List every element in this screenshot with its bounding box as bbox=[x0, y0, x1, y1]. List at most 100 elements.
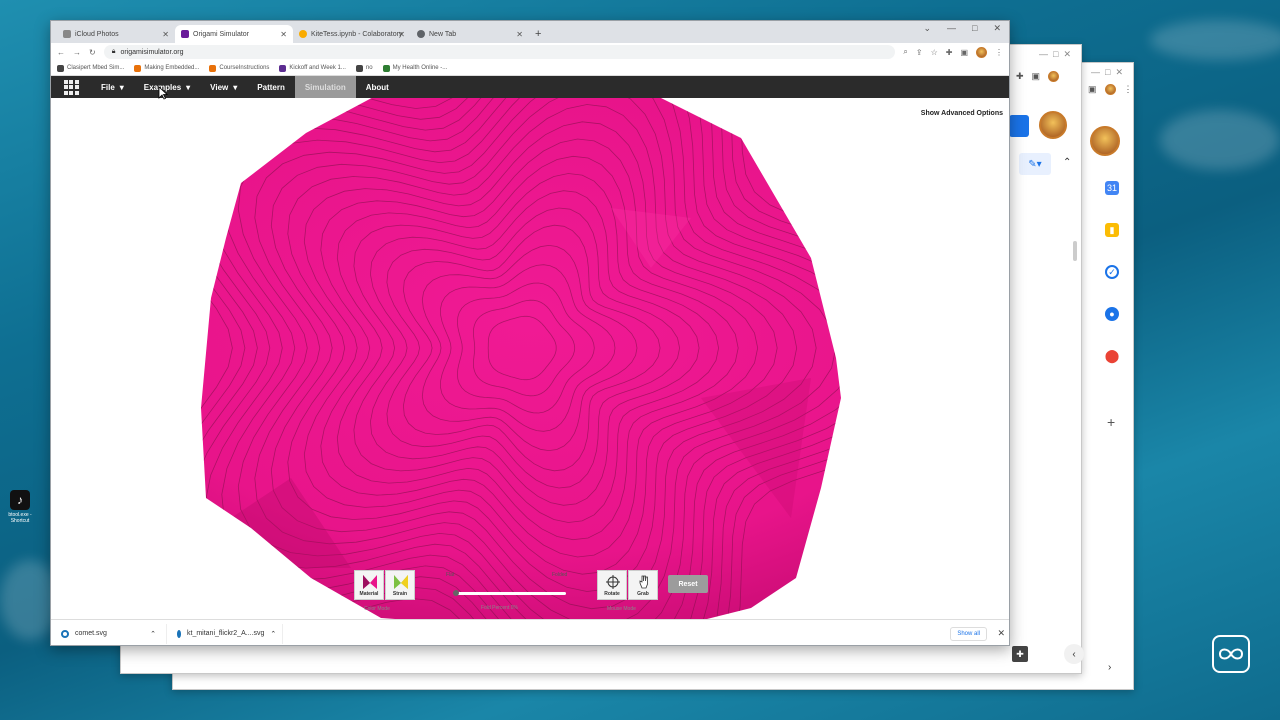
edit-icon[interactable]: ✎▾ bbox=[1019, 153, 1051, 175]
avatar[interactable] bbox=[976, 46, 987, 58]
infinity-logo-icon bbox=[1218, 648, 1244, 660]
menu-about[interactable]: About bbox=[356, 76, 399, 98]
download-item[interactable]: comet.svg ⌃ bbox=[51, 623, 167, 644]
flat-label: Flat bbox=[446, 572, 455, 578]
blue-button[interactable] bbox=[1009, 115, 1029, 137]
maps-icon[interactable]: ⬤ bbox=[1105, 348, 1120, 363]
close-window-icon[interactable]: ✕ bbox=[993, 23, 1001, 34]
grab-button[interactable]: Grab bbox=[628, 570, 658, 600]
apple-icon bbox=[63, 30, 71, 38]
new-tab-button[interactable]: + bbox=[535, 28, 541, 40]
rotate-button[interactable]: Rotate bbox=[597, 570, 627, 600]
desktop-shortcut[interactable]: ♪ btool.exe - Shortcut bbox=[4, 490, 36, 524]
sidepanel-icon[interactable]: ▣ bbox=[1032, 71, 1041, 82]
material-button[interactable]: Material bbox=[354, 570, 384, 600]
tab-origami-simulator[interactable]: Origami Simulator ✕ bbox=[175, 25, 293, 43]
calendar-icon[interactable]: 31 bbox=[1105, 181, 1119, 195]
show-all-button[interactable]: Show all bbox=[950, 626, 987, 641]
reset-button[interactable]: Reset bbox=[668, 575, 708, 593]
menu-label: Simulation bbox=[304, 82, 346, 92]
menu-label: About bbox=[365, 82, 389, 92]
menu-pattern[interactable]: Pattern bbox=[247, 76, 295, 98]
sidepanel-icon[interactable]: ▣ bbox=[1088, 84, 1097, 95]
window-controls[interactable]: — □ ✕ bbox=[1039, 49, 1071, 60]
tab-colab[interactable]: KiteTess.ipynb - Colaboratory ✕ bbox=[293, 25, 411, 43]
contacts-icon[interactable]: ● bbox=[1105, 307, 1119, 321]
tab-icloud-photos[interactable]: iCloud Photos ✕ bbox=[57, 25, 175, 43]
scrollbar[interactable] bbox=[1073, 241, 1077, 261]
forward-icon[interactable]: → bbox=[73, 48, 81, 57]
url-text[interactable]: origamisimulator.org bbox=[120, 49, 183, 56]
chevron-left-icon[interactable]: ‹ bbox=[1064, 644, 1084, 664]
zoom-icon[interactable]: ⌕ bbox=[903, 47, 907, 57]
address-bar[interactable]: 🔒︎ origamisimulator.org bbox=[103, 45, 896, 59]
fold-slider-handle[interactable] bbox=[453, 590, 459, 596]
menu-view[interactable]: View ▾ bbox=[200, 76, 247, 98]
menu-label: Pattern bbox=[257, 82, 285, 92]
show-advanced-options-link[interactable]: Show Advanced Options bbox=[921, 110, 1003, 117]
chevron-down-icon: ▾ bbox=[186, 82, 191, 92]
reload-icon[interactable]: ↻ bbox=[89, 48, 96, 57]
menu-file[interactable]: File ▾ bbox=[91, 76, 134, 98]
keep-icon[interactable]: ▮ bbox=[1105, 223, 1119, 237]
folded-label: Folded bbox=[552, 572, 568, 578]
simulation-canvas[interactable]: Show Advanced Options Material Strain Co… bbox=[51, 98, 1010, 619]
tasks-icon[interactable]: ✓ bbox=[1105, 265, 1119, 279]
more-icon[interactable]: ⋮ bbox=[1124, 84, 1133, 95]
download-item[interactable]: kt_mitani_flickr2_A....svg ⌃ bbox=[167, 623, 283, 644]
chevron-up-icon[interactable]: ⌃ bbox=[270, 630, 276, 638]
bookmark-label: no bbox=[365, 65, 373, 71]
window-controls[interactable]: — □ ✕ bbox=[1091, 67, 1123, 78]
chevron-down-icon: ▾ bbox=[233, 82, 238, 92]
add-icon[interactable]: + bbox=[1107, 414, 1115, 430]
edge-file-icon bbox=[61, 629, 69, 638]
close-icon[interactable]: ✕ bbox=[997, 628, 1005, 639]
bookmark-favicon-icon bbox=[279, 64, 287, 72]
bookmark-favicon-icon bbox=[209, 64, 217, 72]
apps-grid-icon[interactable] bbox=[51, 76, 91, 98]
avatar[interactable] bbox=[1104, 84, 1116, 95]
origami-model[interactable] bbox=[51, 98, 1010, 619]
close-icon[interactable]: ✕ bbox=[516, 30, 523, 39]
minimize-icon[interactable]: — bbox=[947, 23, 956, 34]
bookmark-item[interactable]: My Health Online -... bbox=[382, 64, 447, 72]
share-icon[interactable]: ⇪ bbox=[916, 48, 923, 57]
chevron-up-icon[interactable]: ⌃ bbox=[1063, 157, 1071, 168]
color-mode-caption: Color Mode bbox=[364, 606, 390, 612]
close-icon[interactable]: ✕ bbox=[162, 30, 169, 39]
bookmark-item[interactable]: Kickoff and Week 1... bbox=[279, 64, 346, 72]
close-icon[interactable]: ✕ bbox=[280, 30, 287, 39]
downloads-bar: comet.svg ⌃ kt_mitani_flickr2_A....svg ⌃… bbox=[51, 619, 1009, 645]
back-icon[interactable]: ← bbox=[57, 48, 65, 57]
chevron-down-icon: ▾ bbox=[119, 82, 124, 92]
tab-search-icon[interactable]: ⌄ bbox=[923, 23, 931, 34]
fold-percent-slider[interactable] bbox=[456, 592, 566, 595]
profile-avatar[interactable] bbox=[1090, 126, 1120, 156]
bookmark-item[interactable]: no bbox=[355, 64, 373, 72]
window-controls[interactable]: ⌄ — □ ✕ bbox=[923, 23, 1001, 34]
colab-icon bbox=[299, 30, 307, 38]
bookmark-item[interactable]: Making Embedded... bbox=[134, 64, 199, 72]
profile-avatar[interactable] bbox=[1039, 111, 1067, 139]
side-toolbar[interactable]: ▣ ⋮ bbox=[1088, 84, 1133, 95]
extensions-icon[interactable]: ✚ bbox=[946, 48, 953, 57]
avatar[interactable] bbox=[1048, 71, 1060, 82]
bookmark-item[interactable]: CourseInstructions bbox=[209, 64, 269, 72]
chevron-up-icon[interactable]: ⌃ bbox=[150, 630, 156, 638]
chevron-right-icon[interactable]: › bbox=[1108, 662, 1111, 673]
bookmark-star-icon[interactable]: ☆ bbox=[931, 48, 938, 57]
tab-new-tab[interactable]: New Tab ✕ bbox=[411, 25, 529, 43]
sidepanel-icon[interactable]: ▣ bbox=[960, 48, 968, 57]
more-icon[interactable]: ⋮ bbox=[995, 48, 1003, 57]
maximize-icon[interactable]: □ bbox=[972, 23, 977, 34]
water-highlight bbox=[1150, 20, 1280, 60]
strain-button[interactable]: Strain bbox=[385, 570, 415, 600]
puzzle-icon[interactable]: ✚ bbox=[1016, 71, 1024, 82]
feedback-icon[interactable]: ✚ bbox=[1012, 646, 1028, 662]
bookmark-item[interactable]: Clasipert Mbed Sim... bbox=[57, 64, 124, 72]
extension-toolbar[interactable]: ✚ ▣ bbox=[1016, 71, 1060, 82]
close-icon[interactable]: ✕ bbox=[398, 30, 405, 39]
lock-icon: 🔒︎ bbox=[111, 48, 116, 55]
menu-simulation[interactable]: Simulation bbox=[294, 76, 356, 98]
menu-label: File bbox=[101, 82, 115, 92]
